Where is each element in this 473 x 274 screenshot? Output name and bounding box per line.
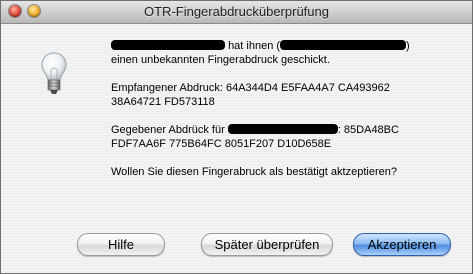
help-button[interactable]: Hilfe bbox=[77, 233, 165, 256]
redacted-sender-account bbox=[280, 40, 407, 50]
redacted-sender-name bbox=[111, 40, 225, 50]
sender-line-end: ) bbox=[406, 40, 410, 52]
received-fingerprint-value: 64A344D4 E5FAA4A7 CA493962 bbox=[225, 82, 390, 94]
lightbulb-icon bbox=[41, 52, 67, 94]
title-bar: OTR-Fingerabdrucküberprüfung bbox=[1, 1, 472, 24]
given-fingerprint-line: Gegebener Abdrück für : 85DA48BC bbox=[111, 123, 461, 137]
given-fingerprint-value-cont: FDF7AA6F 775B64FC 8051F207 D10D658E bbox=[111, 138, 332, 150]
sender-line-text: hat ihnen ( bbox=[228, 40, 281, 52]
dialog-window: OTR-Fingerabdrucküberprüfung hat ihnen (… bbox=[0, 0, 473, 274]
given-fingerprint-label: Gegebener Abdrück für bbox=[111, 124, 225, 136]
verify-later-button[interactable]: Später überprüfen bbox=[201, 233, 333, 256]
unknown-fingerprint-line: einen unbekannten Fingerabdruck geschick… bbox=[111, 54, 330, 66]
dialog-content: hat ihnen () einen unbekannten Fingerabd… bbox=[1, 24, 472, 273]
given-fingerprint-value: : 85DA48BC bbox=[337, 124, 399, 136]
confirmation-question: Wollen Sie diesen Fingerabruck als bestä… bbox=[111, 166, 397, 178]
received-fingerprint-line: Empfangener Abdruck: 64A344D4 E5FAA4A7 C… bbox=[111, 81, 461, 95]
redacted-own-account bbox=[227, 124, 338, 134]
received-fingerprint-value-cont: 38A64721 FD573118 bbox=[111, 96, 215, 108]
sender-line: hat ihnen () bbox=[111, 39, 461, 53]
accept-button[interactable]: Akzeptieren bbox=[353, 233, 451, 256]
window-title: OTR-Fingerabdrucküberprüfung bbox=[144, 4, 329, 19]
received-fingerprint-label: Empfangener Abdruck: bbox=[111, 82, 223, 94]
